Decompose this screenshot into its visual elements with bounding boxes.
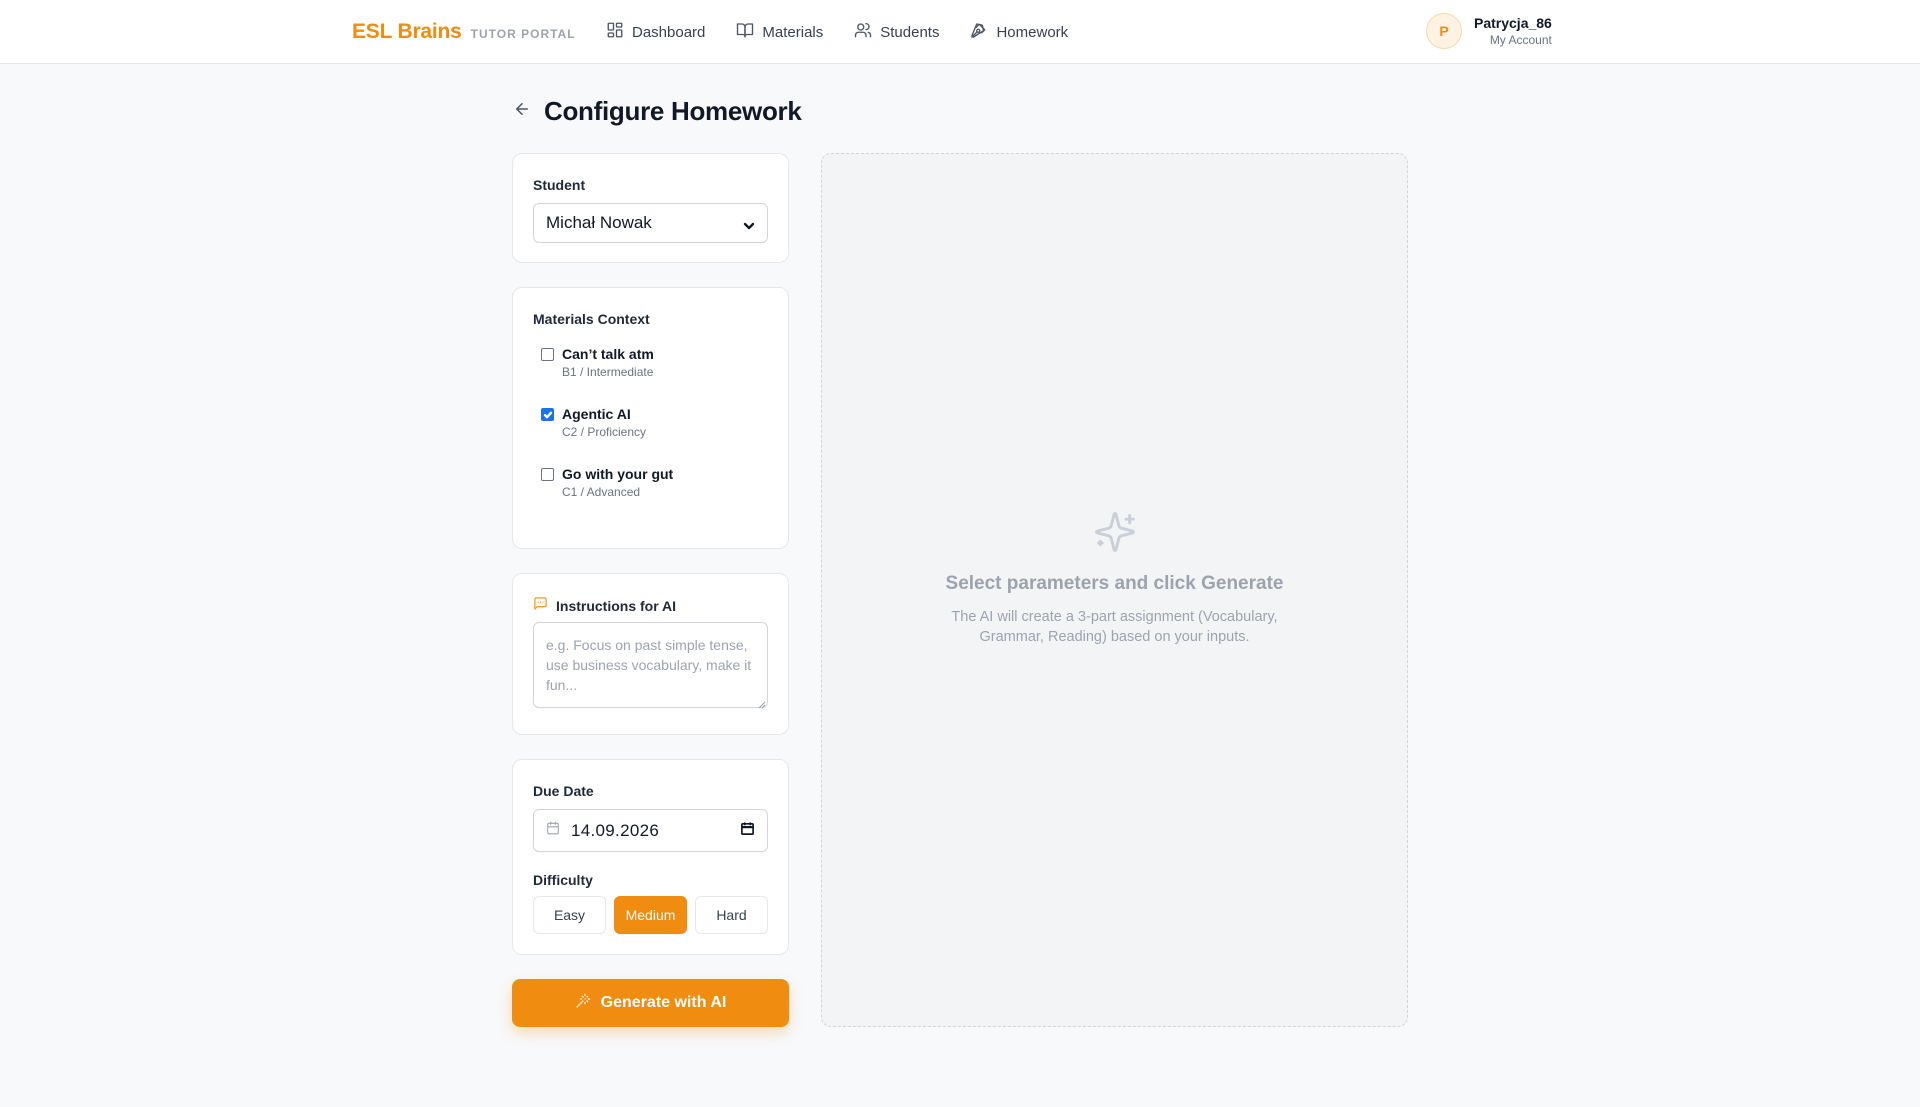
top-navigation-bar: ESL Brains TUTOR PORTAL Dashboard Materi… (0, 0, 1920, 64)
page-title: Configure Homework (544, 96, 802, 126)
nav-item-label: Students (880, 23, 940, 41)
calendar-icon (546, 821, 560, 840)
check-icon (543, 411, 552, 418)
empty-state-description: The AI will create a 3-part assignment (… (951, 609, 1278, 645)
student-select-value: Michał Nowak (546, 213, 652, 232)
nav-item-students[interactable]: Students (854, 21, 939, 43)
materials-label: Materials Context (533, 311, 650, 327)
nav-item-label: Dashboard (632, 23, 706, 41)
account-menu[interactable]: P Patrycja_86 My Account (1426, 13, 1552, 49)
brand-name: ESL Brains (352, 20, 462, 43)
nav-item-dashboard[interactable]: Dashboard (606, 21, 705, 43)
main-nav: Dashboard Materials Students Homework (606, 0, 1068, 64)
nav-item-homework[interactable]: Homework (970, 21, 1068, 43)
difficulty-medium-button[interactable]: Medium (614, 896, 687, 934)
generate-button[interactable]: Generate with AI (512, 979, 789, 1027)
difficulty-hard-button[interactable]: Hard (695, 896, 768, 934)
material-checkbox[interactable] (541, 348, 554, 361)
material-level: C1 / Advanced (562, 485, 641, 499)
material-checkbox[interactable] (541, 408, 554, 421)
material-level: C2 / Proficiency (562, 425, 647, 439)
material-level: B1 / Intermediate (562, 365, 654, 379)
instructions-card: Instructions for AI (512, 573, 789, 735)
nav-item-label: Materials (762, 23, 824, 41)
generate-button-label: Generate with AI (600, 994, 727, 1011)
material-item[interactable]: Agentic AI C2 / Proficiency (541, 406, 646, 439)
instructions-header: Instructions for AI (533, 596, 676, 616)
nav-item-materials[interactable]: Materials (736, 21, 823, 43)
material-checkbox[interactable] (541, 468, 554, 481)
avatar: P (1426, 13, 1462, 49)
material-title: Agentic AI (562, 406, 631, 422)
empty-state-title: Select parameters and click Generate (945, 573, 1284, 594)
homework-preview-panel: Select parameters and click Generate The… (821, 153, 1408, 1027)
sparkles-icon (1093, 510, 1137, 559)
material-text: Can’t talk atm B1 / Intermediate (562, 346, 654, 379)
due-date-value: 14.09.2026 (571, 820, 660, 840)
brand-logo[interactable]: ESL Brains TUTOR PORTAL (352, 20, 576, 44)
materials-card: Materials Context Can’t talk atm B1 / In… (512, 287, 789, 549)
empty-state: Select parameters and click Generate The… (822, 510, 1407, 647)
material-text: Agentic AI C2 / Proficiency (562, 406, 646, 439)
account-info: Patrycja_86 My Account (1474, 15, 1552, 47)
difficulty-easy-button[interactable]: Easy (533, 896, 606, 934)
difficulty-toggle-group: Easy Medium Hard (533, 896, 768, 934)
due-date-input[interactable]: 14.09.2026 (533, 809, 768, 852)
material-item[interactable]: Can’t talk atm B1 / Intermediate (541, 346, 654, 379)
brand-subtitle: TUTOR PORTAL (470, 27, 576, 41)
student-select[interactable]: Michał Nowak (533, 203, 768, 243)
material-text: Go with your gut C1 / Advanced (562, 466, 673, 499)
student-label: Student (533, 177, 586, 193)
message-square-icon (533, 596, 548, 616)
arrow-left-icon (513, 100, 531, 123)
schedule-card: Due Date 14.09.2026 Difficulty Easy Medi… (512, 759, 789, 955)
dashboard-icon (606, 21, 624, 43)
difficulty-label: Difficulty (533, 872, 593, 888)
account-subtitle: My Account (1489, 33, 1552, 47)
instructions-textarea[interactable] (533, 622, 768, 708)
page-header: Configure Homework (512, 96, 802, 127)
book-icon (736, 21, 754, 43)
due-date-label: Due Date (533, 783, 594, 799)
student-card: Student Michał Nowak (512, 153, 789, 263)
nav-item-label: Homework (996, 23, 1069, 41)
chevron-down-icon (743, 217, 755, 230)
account-name: Patrycja_86 (1474, 15, 1552, 31)
users-icon (854, 21, 872, 43)
date-picker-icon[interactable] (740, 821, 755, 841)
instructions-label: Instructions for AI (556, 598, 677, 614)
back-button[interactable] (512, 102, 532, 122)
material-item[interactable]: Go with your gut C1 / Advanced (541, 466, 673, 499)
material-title: Go with your gut (562, 466, 674, 482)
wand-sparkles-icon (575, 993, 591, 1014)
material-title: Can’t talk atm (562, 346, 654, 362)
pen-icon (970, 21, 988, 43)
